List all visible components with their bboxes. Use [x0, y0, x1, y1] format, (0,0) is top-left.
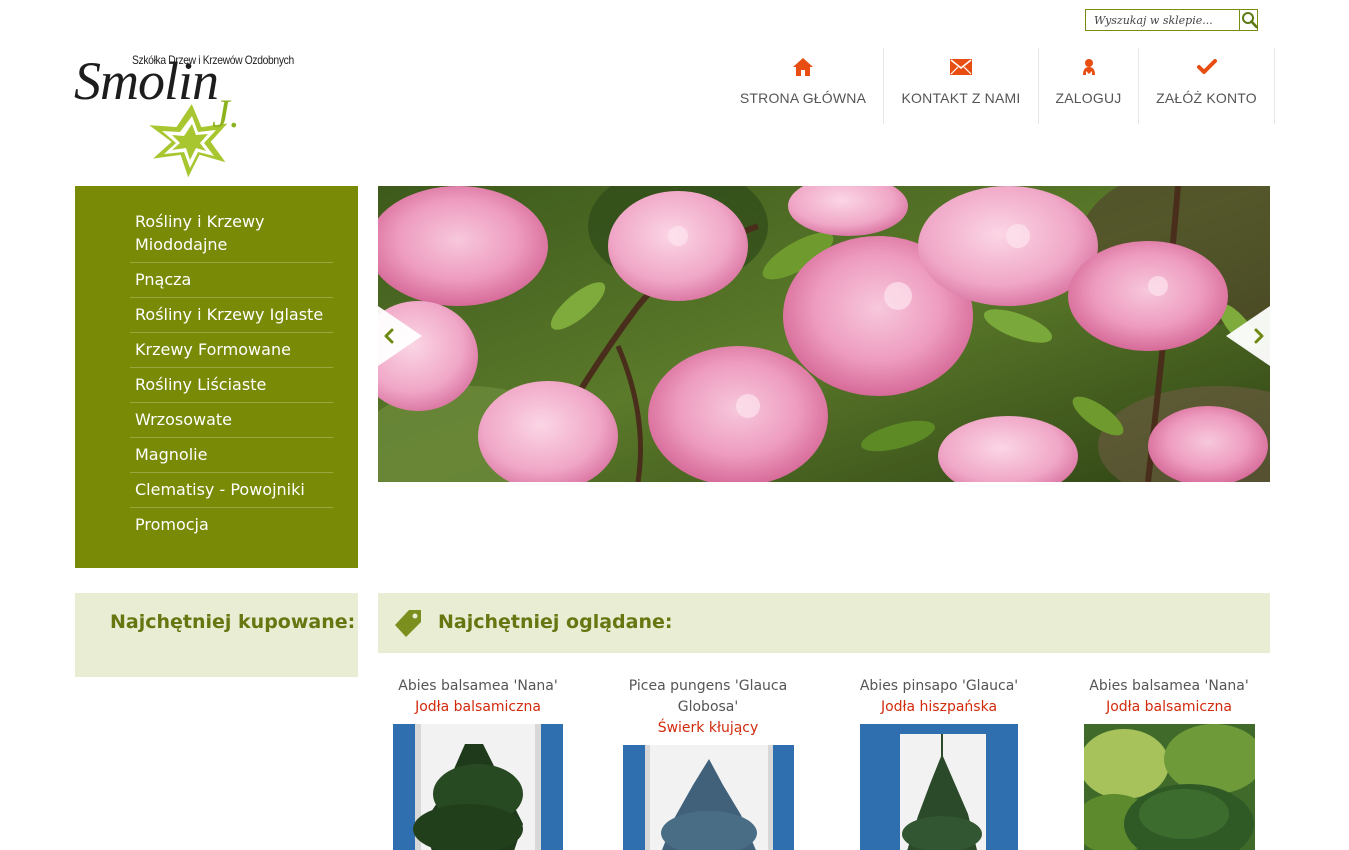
product-latin-name[interactable]: Picea pungens 'Glauca Globosa' — [608, 676, 808, 718]
hero-slider[interactable] — [378, 186, 1270, 482]
product-image[interactable] — [622, 745, 794, 850]
search-bar — [1085, 9, 1258, 31]
home-icon — [793, 58, 813, 76]
product-polish-name[interactable]: Jodła hiszpańska — [839, 697, 1039, 718]
nav-login[interactable]: ZALOGUJ — [1039, 48, 1139, 124]
product-image[interactable] — [860, 724, 1018, 850]
slider-prev-button[interactable] — [378, 306, 422, 366]
sidebar-item-miododajne[interactable]: Rośliny i Krzewy Miododajne — [130, 210, 333, 263]
tag-icon — [395, 610, 421, 637]
product-latin-name[interactable]: Abies balsamea 'Nana' — [378, 676, 578, 697]
product-image[interactable] — [1083, 724, 1255, 850]
sidebar-item-pnacza[interactable]: Pnącza — [130, 263, 333, 298]
product-card[interactable]: Picea pungens 'Glauca Globosa' Świerk kł… — [608, 676, 808, 850]
chevron-left-icon — [378, 306, 422, 366]
sidebar-item-iglaste[interactable]: Rośliny i Krzewy Iglaste — [130, 298, 333, 333]
search-icon — [1242, 12, 1258, 29]
sidebar-item-formowane[interactable]: Krzewy Formowane — [130, 333, 333, 368]
product-latin-name[interactable]: Abies balsamea 'Nana' — [1069, 676, 1269, 697]
chevron-right-icon — [1226, 306, 1270, 366]
nav-home-label: STRONA GŁÓWNA — [739, 90, 867, 106]
nav-home[interactable]: STRONA GŁÓWNA — [723, 48, 884, 124]
product-card[interactable]: Abies pinsapo 'Glauca' Jodła hiszpańska — [839, 676, 1039, 850]
nav-login-label: ZALOGUJ — [1055, 90, 1122, 106]
category-sidebar: Rośliny i Krzewy Miododajne Pnącza Rośli… — [75, 186, 358, 568]
slider-image — [378, 186, 1270, 482]
product-card[interactable]: Abies balsamea 'Nana' Jodła balsamiczna — [1069, 676, 1269, 850]
sidebar-item-lisciaste[interactable]: Rośliny Liściaste — [130, 368, 333, 403]
product-polish-name[interactable]: Jodła balsamiczna — [378, 697, 578, 718]
product-photo — [393, 724, 563, 850]
site-logo[interactable]: Szkółka Drzew i Krzewów Ozdobnych Smolin… — [74, 48, 304, 183]
search-button[interactable] — [1239, 9, 1258, 31]
nav-contact[interactable]: KONTAKT Z NAMI — [884, 48, 1039, 124]
logo-star-icon — [142, 99, 233, 183]
sidebar-item-wrzosowate[interactable]: Wrzosowate — [130, 403, 333, 438]
sidebar-item-promocja[interactable]: Promocja — [130, 508, 333, 542]
product-polish-name[interactable]: Świerk kłujący — [608, 718, 808, 739]
most-viewed-header: Najchętniej oglądane: — [378, 593, 1270, 653]
sidebar-item-magnolie[interactable]: Magnolie — [130, 438, 333, 473]
top-navigation: STRONA GŁÓWNA KONTAKT Z NAMI ZALOGUJ ZAŁ… — [723, 48, 1275, 124]
product-image[interactable] — [393, 724, 563, 850]
slider-next-button[interactable] — [1226, 306, 1270, 366]
product-photo — [1083, 724, 1255, 850]
search-input[interactable] — [1085, 9, 1239, 31]
product-card[interactable]: Abies balsamea 'Nana' Jodła balsamiczna — [378, 676, 578, 850]
bestsellers-title: Najchętniej kupowane: — [110, 611, 356, 633]
bestsellers-panel: Najchętniej kupowane: — [75, 593, 358, 677]
nav-contact-label: KONTAKT Z NAMI — [901, 90, 1021, 106]
sidebar-item-clematisy[interactable]: Clematisy - Powojniki — [130, 473, 333, 508]
user-icon — [1082, 59, 1095, 75]
nav-register-label: ZAŁÓŻ KONTO — [1156, 90, 1257, 106]
product-photo — [622, 745, 794, 850]
checkmark-icon — [1196, 59, 1217, 74]
nav-register[interactable]: ZAŁÓŻ KONTO — [1139, 48, 1275, 124]
product-latin-name[interactable]: Abies pinsapo 'Glauca' — [839, 676, 1039, 697]
most-viewed-title: Najchętniej oglądane: — [438, 611, 673, 633]
envelope-icon — [950, 59, 972, 75]
logo-initial: J. — [212, 91, 240, 136]
product-photo — [860, 724, 1018, 850]
product-polish-name[interactable]: Jodła balsamiczna — [1069, 697, 1269, 718]
